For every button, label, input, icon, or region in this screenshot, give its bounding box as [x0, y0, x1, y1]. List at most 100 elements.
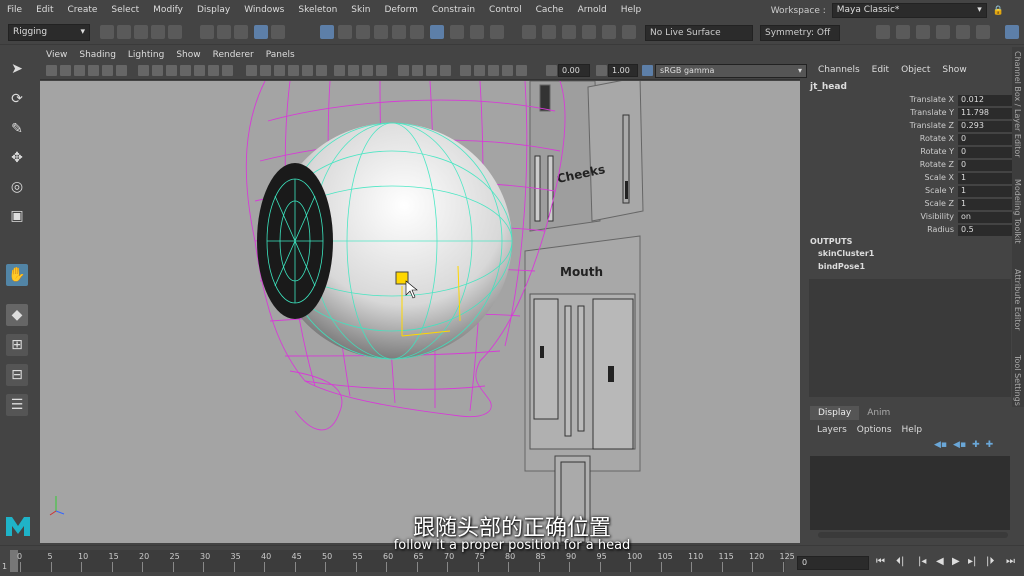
gamma-lock-icon[interactable] [516, 65, 527, 76]
workspace-dropdown[interactable]: Maya Classic* ▾ [831, 3, 987, 18]
gate-mask-icon[interactable] [180, 65, 191, 76]
xray-joints-icon[interactable] [362, 65, 373, 76]
attribute-name[interactable]: Scale Z [924, 199, 954, 208]
help-menu[interactable]: Help [897, 425, 928, 435]
attribute-value-field[interactable]: 0 [958, 147, 1012, 158]
select-hierarchy-icon[interactable] [200, 25, 214, 39]
channel-attribute-row[interactable]: Translate X 0.012 [808, 95, 1012, 107]
hypershade-icon[interactable] [582, 25, 596, 39]
history-icon[interactable] [410, 25, 424, 39]
outliner-layout-icon[interactable]: ☰ [6, 394, 28, 416]
channel-attribute-row[interactable]: Rotate Z 0 [808, 160, 1012, 172]
2d-pan-zoom-icon[interactable] [102, 65, 113, 76]
ipr-render-icon[interactable] [542, 25, 556, 39]
view-transform-icon[interactable] [474, 65, 485, 76]
attribute-name[interactable]: Translate Y [910, 108, 954, 117]
move-tool-icon[interactable]: ✥ [6, 147, 28, 169]
lock-inputs-icon[interactable] [450, 25, 464, 39]
four-view-layout-icon[interactable]: ⊞ [6, 334, 28, 356]
channel-attribute-row[interactable]: Translate Y 11.798 [808, 108, 1012, 120]
channel-box-menu-edit[interactable]: Edit [866, 65, 895, 75]
camera-icon[interactable] [46, 65, 57, 76]
step-forward-frame-icon[interactable]: ▸| [968, 556, 976, 567]
channel-attribute-row[interactable]: Scale X 1 [808, 173, 1012, 185]
wireframe-on-shaded-icon[interactable] [274, 65, 285, 76]
panel-menu-panels[interactable]: Panels [260, 50, 301, 60]
go-to-end-icon[interactable]: ⏭ [1006, 556, 1015, 567]
attribute-name[interactable]: Rotate X [920, 134, 954, 143]
panel-menu-renderer[interactable]: Renderer [207, 50, 260, 60]
attribute-value-field[interactable]: 0 [958, 134, 1012, 145]
menu-skeleton[interactable]: Skeleton [291, 5, 344, 15]
redo-icon[interactable] [168, 25, 182, 39]
attribute-name[interactable]: Translate X [910, 95, 954, 104]
channel-attribute-row[interactable]: Radius 0.5 [808, 225, 1012, 237]
channel-attribute-row[interactable]: Rotate X 0 [808, 134, 1012, 146]
tab-anim[interactable]: Anim [859, 406, 898, 420]
tab-channel-box-layer-editor[interactable]: Channel Box / Layer Editor [1013, 51, 1022, 158]
selected-node-name[interactable]: jt_head [810, 82, 847, 92]
output-node-item[interactable]: bindPose1 [818, 262, 865, 271]
attribute-name[interactable]: Rotate Y [920, 147, 954, 156]
attribute-value-field[interactable]: 0.012 [958, 95, 1012, 106]
attribute-name[interactable]: Visibility [920, 212, 954, 221]
color-management-icon[interactable] [642, 65, 653, 76]
menu-cache[interactable]: Cache [529, 5, 571, 15]
attribute-value-field[interactable]: 11.798 [958, 108, 1012, 119]
grid-icon[interactable] [138, 65, 149, 76]
channel-box-toggle-icon[interactable] [956, 25, 970, 39]
image-plane-icon[interactable] [88, 65, 99, 76]
channel-attribute-row[interactable]: Scale Y 1 [808, 186, 1012, 198]
menu-create[interactable]: Create [61, 5, 105, 15]
attribute-name[interactable]: Translate Z [910, 121, 954, 130]
attribute-value-field[interactable]: 1 [958, 186, 1012, 197]
attribute-value-field[interactable]: 0.293 [958, 121, 1012, 132]
rotate-tool-icon[interactable]: ◎ [6, 176, 28, 198]
save-scene-icon[interactable] [134, 25, 148, 39]
attribute-value-field[interactable]: 0 [958, 160, 1012, 171]
new-scene-icon[interactable] [100, 25, 114, 39]
menu-file[interactable]: File [0, 5, 29, 15]
attribute-name[interactable]: Rotate Z [920, 160, 954, 169]
new-layer-from-selected-icon[interactable]: ✚ [986, 440, 994, 450]
channel-attribute-row[interactable]: Scale Z 1 [808, 199, 1012, 211]
select-object-icon[interactable] [217, 25, 231, 39]
channel-attribute-row[interactable]: Rotate Y 0 [808, 147, 1012, 159]
undo-icon[interactable] [151, 25, 165, 39]
channel-box-menu-channels[interactable]: Channels [812, 65, 866, 75]
gamma-field[interactable]: 1.00 [608, 64, 638, 77]
bookmark-icon[interactable] [74, 65, 85, 76]
attribute-name[interactable]: Radius [927, 225, 954, 234]
panel-menu-show[interactable]: Show [170, 50, 206, 60]
two-view-layout-icon[interactable]: ⊟ [6, 364, 28, 386]
menu-control[interactable]: Control [482, 5, 529, 15]
outliner-toggle-icon[interactable] [896, 25, 910, 39]
menu-constrain[interactable]: Constrain [425, 5, 482, 15]
shadows-icon[interactable] [316, 65, 327, 76]
lock-icon[interactable]: 🔒 [993, 6, 1004, 16]
paint-select-tool-icon[interactable]: ✎ [6, 118, 28, 140]
step-back-key-icon[interactable]: ⏴| [896, 556, 904, 567]
snap-point-icon[interactable] [356, 25, 370, 39]
move-layer-up-icon[interactable]: ◀▪ [934, 440, 947, 450]
live-surface-field[interactable]: No Live Surface [645, 25, 753, 41]
menu-display[interactable]: Display [190, 5, 237, 15]
motion-blur-icon[interactable] [412, 65, 423, 76]
exposure-lock-icon[interactable] [502, 65, 513, 76]
depth-of-field-icon[interactable] [440, 65, 451, 76]
lasso-tool-icon[interactable]: ⟳ [6, 88, 28, 110]
view-transform-dropdown[interactable]: sRGB gamma ▾ [655, 64, 807, 78]
snap-grid-icon[interactable] [320, 25, 334, 39]
use-lights-icon[interactable] [302, 65, 313, 76]
panel-menu-lighting[interactable]: Lighting [122, 50, 170, 60]
new-layer-icon[interactable]: ✚ [972, 440, 980, 450]
tab-attribute-editor[interactable]: Attribute Editor [1013, 269, 1022, 331]
select-component-icon[interactable] [234, 25, 248, 39]
menu-select[interactable]: Select [104, 5, 146, 15]
ambient-occlusion-icon[interactable] [398, 65, 409, 76]
anti-aliasing-icon[interactable] [426, 65, 437, 76]
output-node-item[interactable]: skinCluster1 [818, 249, 874, 258]
hud-icon[interactable] [460, 65, 471, 76]
attribute-value-field[interactable]: 1 [958, 173, 1012, 184]
snap-curve-icon[interactable] [338, 25, 352, 39]
